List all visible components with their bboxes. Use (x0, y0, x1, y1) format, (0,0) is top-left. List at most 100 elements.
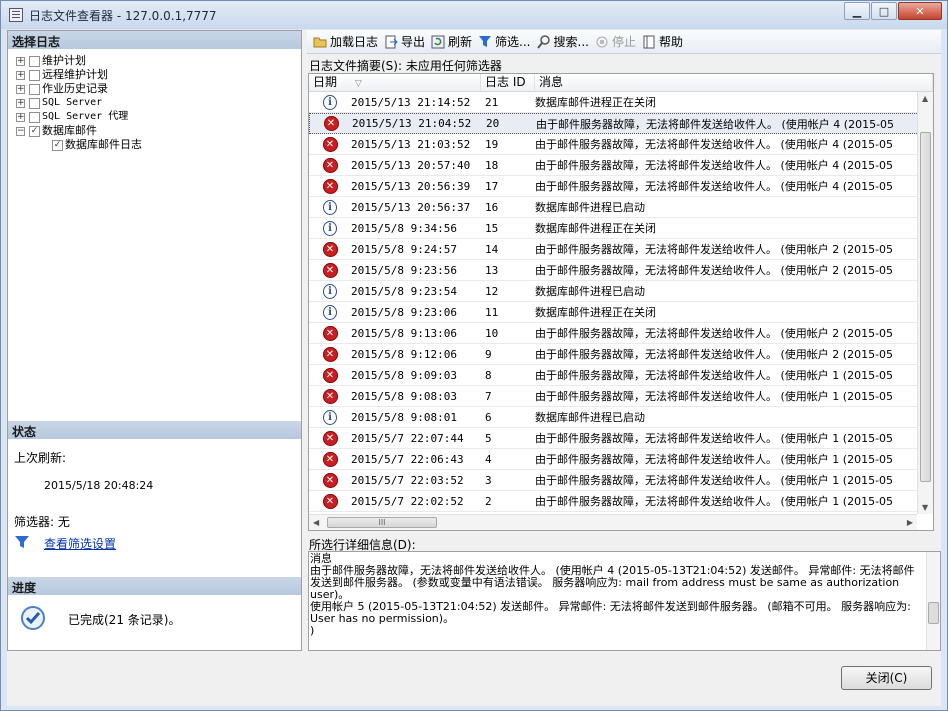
search-label: 搜索... (553, 35, 589, 49)
cell-date: 2015/5/7 22:07:44 (351, 431, 464, 445)
grid-vscroll-thumb[interactable] (920, 132, 931, 482)
grid-rows: i 2015/5/13 21:14:52 21 数据库邮件进程正在关闭 ✕ 2015/5/… (309, 92, 933, 512)
log-tree: + 维护计划 + 远程维护计划 + 作业历史记录 + SQL Server + SQL Serve… (8, 49, 301, 421)
expand-icon[interactable]: + (16, 112, 25, 122)
log-grid[interactable]: 日期 ▽ 日志 ID 消息 i 2015/5/13 21:14:52 21 数据库邮件… (308, 73, 934, 531)
funnel-icon (478, 35, 492, 49)
row-icon-cell: ✕ (309, 388, 351, 404)
cell-date: 2015/5/8 9:08:03 (351, 389, 457, 403)
cell-id: 2 (485, 494, 492, 508)
table-row[interactable]: ✕ 2015/5/7 22:03:52 3 由于邮件服务器故障，无法将邮件发送给收件人… (309, 470, 933, 491)
expand-icon[interactable]: + (16, 70, 25, 80)
row-icon-cell: ✕ (309, 136, 351, 152)
grid-hscroll-thumb[interactable]: III (327, 517, 437, 528)
detail-textbox[interactable]: 消息 由于邮件服务器故障，无法将邮件发送给收件人。 (使用帐户 4 (2015-… (308, 551, 941, 651)
cell-date: 2015/5/8 9:23:56 (351, 263, 457, 277)
expand-icon[interactable]: + (16, 98, 25, 108)
scroll-up-icon[interactable]: ▲ (922, 94, 928, 103)
search-button[interactable]: 搜索... (536, 33, 589, 50)
tree-checkbox[interactable] (29, 111, 40, 123)
view-filter-settings-link[interactable]: 查看筛选设置 (44, 535, 116, 552)
table-row[interactable]: ✕ 2015/5/7 22:06:43 4 由于邮件服务器故障，无法将邮件发送给收件人… (309, 449, 933, 470)
tree-checkbox[interactable]: ✓ (29, 125, 40, 137)
table-row[interactable]: i 2015/5/8 9:23:06 11 数据库邮件进程正在关闭 (309, 302, 933, 323)
title-bar[interactable]: 日志文件查看器 - 127.0.0.1,7777 ▁ □ ✕ (1, 1, 947, 29)
info-icon: i (323, 94, 337, 110)
table-row[interactable]: ✕ 2015/5/13 20:57:40 18 由于邮件服务器故障，无法将邮件发送给收… (309, 155, 933, 176)
tree-checkbox[interactable] (29, 97, 40, 109)
tree-item[interactable]: − ✓ 数据库邮件 (16, 124, 97, 138)
table-row[interactable]: ✕ 2015/5/13 21:03:52 19 由于邮件服务器故障，无法将邮件发送给收… (309, 134, 933, 155)
table-row[interactable]: ✕ 2015/5/13 20:56:39 17 由于邮件服务器故障，无法将邮件发送给收… (309, 176, 933, 197)
cell-date: 2015/5/8 9:13:06 (351, 326, 457, 340)
tree-checkbox[interactable] (29, 83, 40, 95)
tree-item[interactable]: + SQL Server 代理 (16, 110, 128, 124)
load-log-button[interactable]: 加载日志 (313, 33, 378, 50)
table-row[interactable]: ✕ 2015/5/7 22:02:52 2 由于邮件服务器故障，无法将邮件发送给收件人… (309, 491, 933, 512)
cell-date: 2015/5/7 22:03:52 (351, 473, 464, 487)
table-row[interactable]: i 2015/5/8 9:08:01 6 数据库邮件进程已启动 (309, 407, 933, 428)
cell-msg: 由于邮件服务器故障，无法将邮件发送给收件人。 (使用帐户 2 (2015-05 (535, 264, 894, 277)
table-row[interactable]: i 2015/5/13 21:14:52 21 数据库邮件进程正在关闭 (309, 92, 933, 113)
table-row[interactable]: ✕ 2015/5/8 9:09:03 8 由于邮件服务器故障，无法将邮件发送给收件人。… (309, 365, 933, 386)
minimize-button[interactable]: ▁ (844, 2, 870, 20)
expand-icon[interactable]: + (16, 56, 25, 66)
export-label: 导出 (401, 35, 426, 49)
maximize-button[interactable]: □ (871, 2, 897, 20)
refresh-button[interactable]: 刷新 (431, 33, 472, 50)
filter-button[interactable]: 筛选... (478, 33, 531, 50)
left-panel: 选择日志 + 维护计划 + 远程维护计划 + 作业历史记录 + SQL Server + SQL … (7, 30, 302, 651)
tree-item[interactable]: + 维护计划 (16, 54, 86, 68)
collapse-icon[interactable]: − (16, 126, 25, 136)
table-row[interactable]: i 2015/5/8 9:23:54 12 数据库邮件进程已启动 (309, 281, 933, 302)
cell-id: 20 (486, 117, 500, 130)
scroll-right-icon[interactable]: ▶ (907, 518, 913, 527)
close-button[interactable]: 关闭(C) (841, 666, 932, 690)
export-icon (384, 35, 398, 49)
help-button[interactable]: 帮助 (642, 33, 683, 50)
table-row[interactable]: ✕ 2015/5/8 9:12:06 9 由于邮件服务器故障，无法将邮件发送给收件人。… (309, 344, 933, 365)
stop-button[interactable]: 停止 (595, 33, 636, 50)
row-icon-cell: ✕ (309, 451, 351, 467)
col-date-header[interactable]: 日期 ▽ (309, 74, 481, 91)
detail-scroll-thumb[interactable] (928, 602, 939, 624)
sort-desc-icon: ▽ (354, 79, 362, 89)
tree-item-label: SQL Server 代理 (42, 111, 129, 122)
cell-date: 2015/5/8 9:09:03 (351, 368, 457, 382)
table-row[interactable]: ✕ 2015/5/13 21:04:52 20 由于邮件服务器故障，无法将邮件发送给收… (309, 113, 933, 134)
table-row[interactable]: i 2015/5/13 20:56:37 16 数据库邮件进程已启动 (309, 197, 933, 218)
tree-checkbox[interactable]: ✓ (52, 139, 63, 151)
table-row[interactable]: ✕ 2015/5/7 22:07:44 5 由于邮件服务器故障，无法将邮件发送给收件人… (309, 428, 933, 449)
row-icon-cell: i (309, 409, 351, 425)
tree-checkbox[interactable] (29, 55, 40, 67)
expand-icon[interactable]: + (16, 84, 25, 94)
col-id-header[interactable]: 日志 ID (481, 74, 535, 91)
tree-item[interactable]: ✓ 数据库邮件日志 (52, 138, 142, 152)
table-row[interactable]: ✕ 2015/5/8 9:13:06 10 由于邮件服务器故障，无法将邮件发送给收件人… (309, 323, 933, 344)
tree-item[interactable]: + 作业历史记录 (16, 82, 108, 96)
refresh-label: 刷新 (448, 35, 473, 49)
refresh-icon (431, 35, 445, 49)
export-button[interactable]: 导出 (384, 33, 425, 50)
detail-scrollbar[interactable] (926, 552, 940, 650)
scroll-down-icon[interactable]: ▼ (922, 503, 928, 512)
table-row[interactable]: ✕ 2015/5/8 9:24:57 14 由于邮件服务器故障，无法将邮件发送给收件人… (309, 239, 933, 260)
tree-item-label: 维护计划 (42, 54, 86, 67)
cell-id: 16 (485, 200, 499, 214)
tree-checkbox[interactable] (29, 69, 40, 81)
cell-date: 2015/5/13 20:56:39 (351, 179, 471, 193)
tree-item[interactable]: + 远程维护计划 (16, 68, 108, 82)
grid-vertical-scrollbar[interactable]: ▲ ▼ (917, 92, 933, 514)
tree-item[interactable]: + SQL Server (16, 96, 102, 110)
table-row[interactable]: ✕ 2015/5/8 9:08:03 7 由于邮件服务器故障，无法将邮件发送给收件人。… (309, 386, 933, 407)
table-row[interactable]: ✕ 2015/5/8 9:23:56 13 由于邮件服务器故障，无法将邮件发送给收件人… (309, 260, 933, 281)
error-icon: ✕ (322, 493, 338, 509)
col-message-header[interactable]: 消息 (535, 74, 933, 91)
table-row[interactable]: i 2015/5/8 9:34:56 15 数据库邮件进程正在关闭 (309, 218, 933, 239)
info-icon: i (323, 220, 337, 236)
error-icon: ✕ (322, 241, 338, 257)
scroll-left-icon[interactable]: ◀ (313, 518, 319, 527)
close-window-button[interactable]: ✕ (898, 2, 942, 20)
cell-id: 14 (485, 242, 499, 256)
grid-horizontal-scrollbar[interactable]: ◀ III ▶ (309, 514, 917, 530)
